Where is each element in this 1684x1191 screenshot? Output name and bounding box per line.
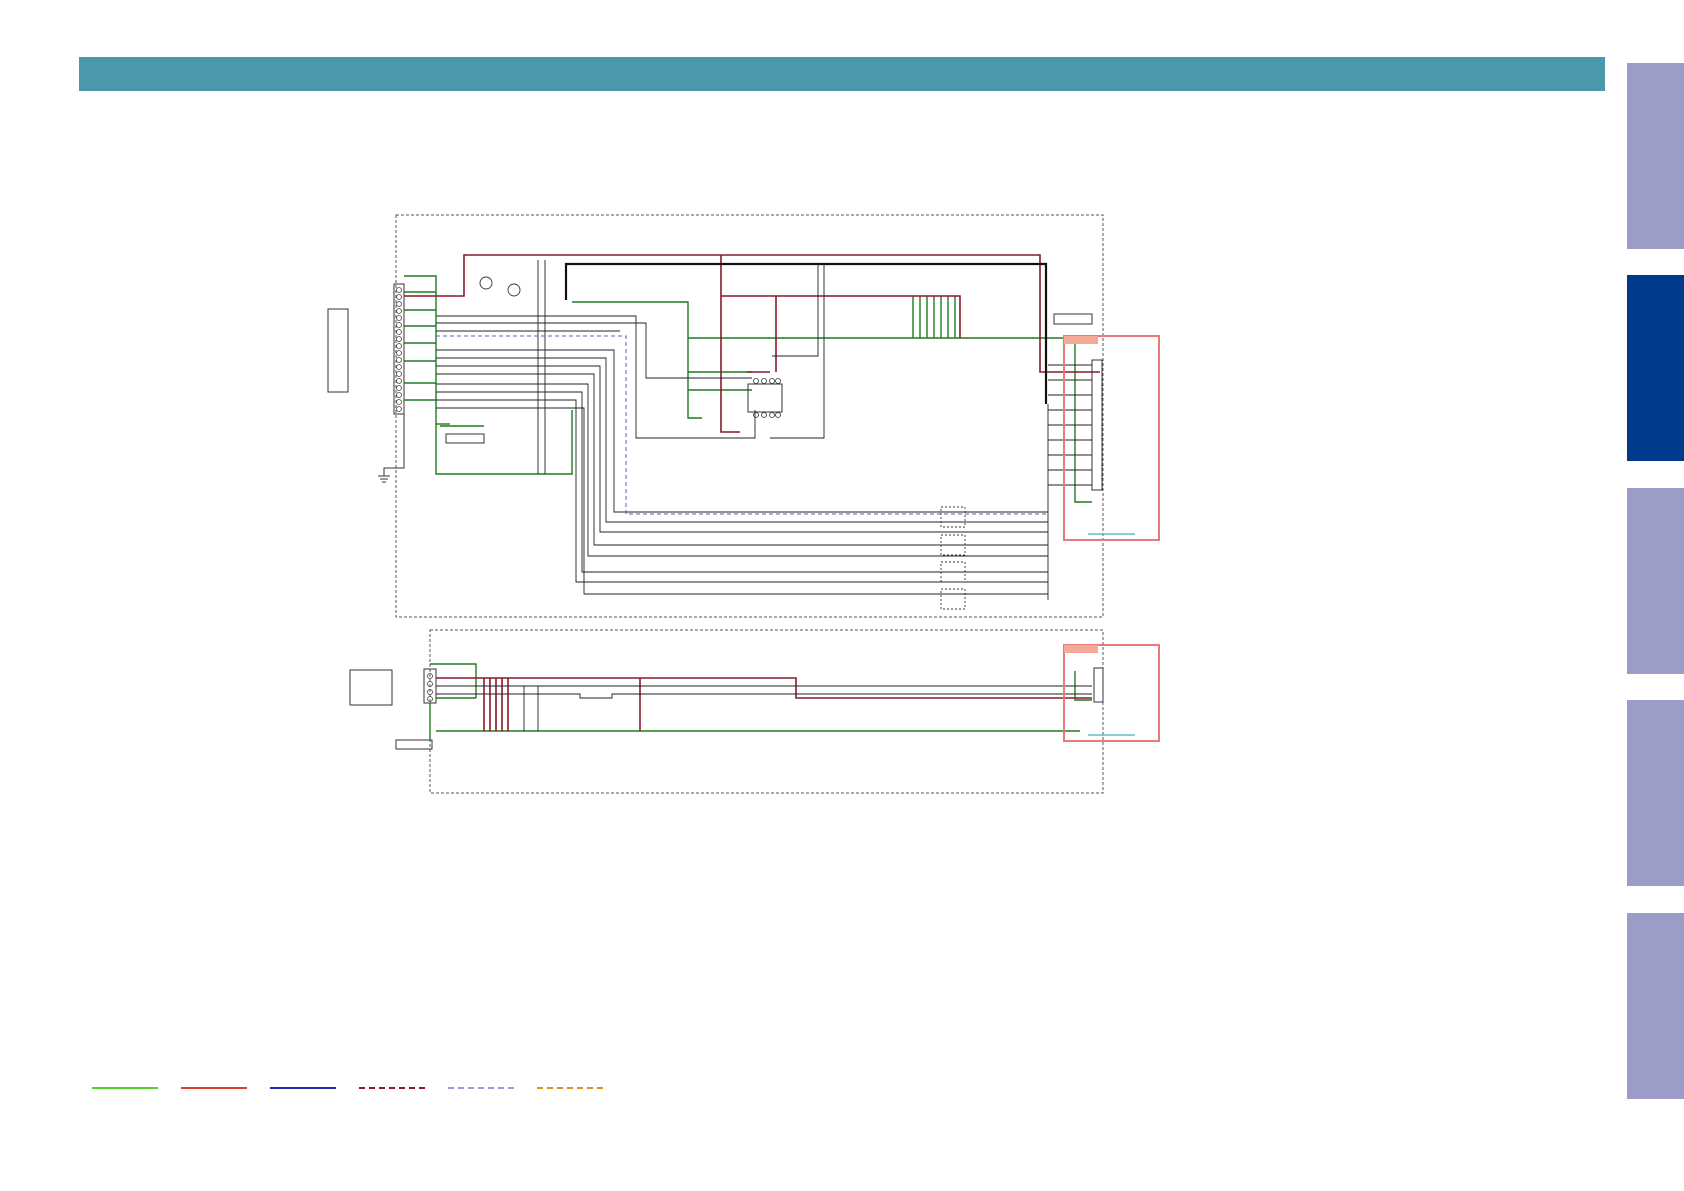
lower-external-label: [349, 669, 393, 706]
upper-board: [327, 214, 1160, 618]
legend-line-lavender-dashed: [448, 1087, 514, 1089]
legend-line-orange-dashed: [537, 1087, 603, 1089]
lower-small-component: [395, 739, 433, 750]
legend-line-blue-solid: [270, 1087, 336, 1089]
legend-line-darkred-dashed: [359, 1087, 425, 1089]
transistor-2: [507, 283, 521, 297]
lower-highlight-frame: [1063, 644, 1160, 742]
transistor-1: [479, 276, 493, 290]
upper-highlight-tag: [1064, 336, 1098, 344]
upper-external-label: [327, 308, 349, 393]
upper-left-connector: [393, 283, 405, 415]
upper-highlight-frame: [1063, 335, 1160, 541]
upper-label-box: [1053, 313, 1093, 325]
ic-chip: [747, 383, 783, 413]
filter-box-1: [940, 506, 966, 528]
upper-small-component: [445, 433, 485, 444]
upper-right-connector: [1091, 359, 1103, 491]
upper-board-outline: [395, 214, 1104, 618]
lower-highlight-tag: [1064, 645, 1098, 653]
lower-board: [349, 629, 1160, 794]
circuit-schematic: [327, 214, 1160, 794]
line-style-legend: [90, 1080, 610, 1096]
lower-board-outline: [429, 629, 1104, 794]
filter-box-4: [940, 588, 966, 610]
legend-line-green-solid: [92, 1087, 158, 1089]
legend-line-red-solid: [181, 1087, 247, 1089]
ground-symbol: [378, 414, 405, 483]
lower-right-connector: [1093, 667, 1104, 703]
